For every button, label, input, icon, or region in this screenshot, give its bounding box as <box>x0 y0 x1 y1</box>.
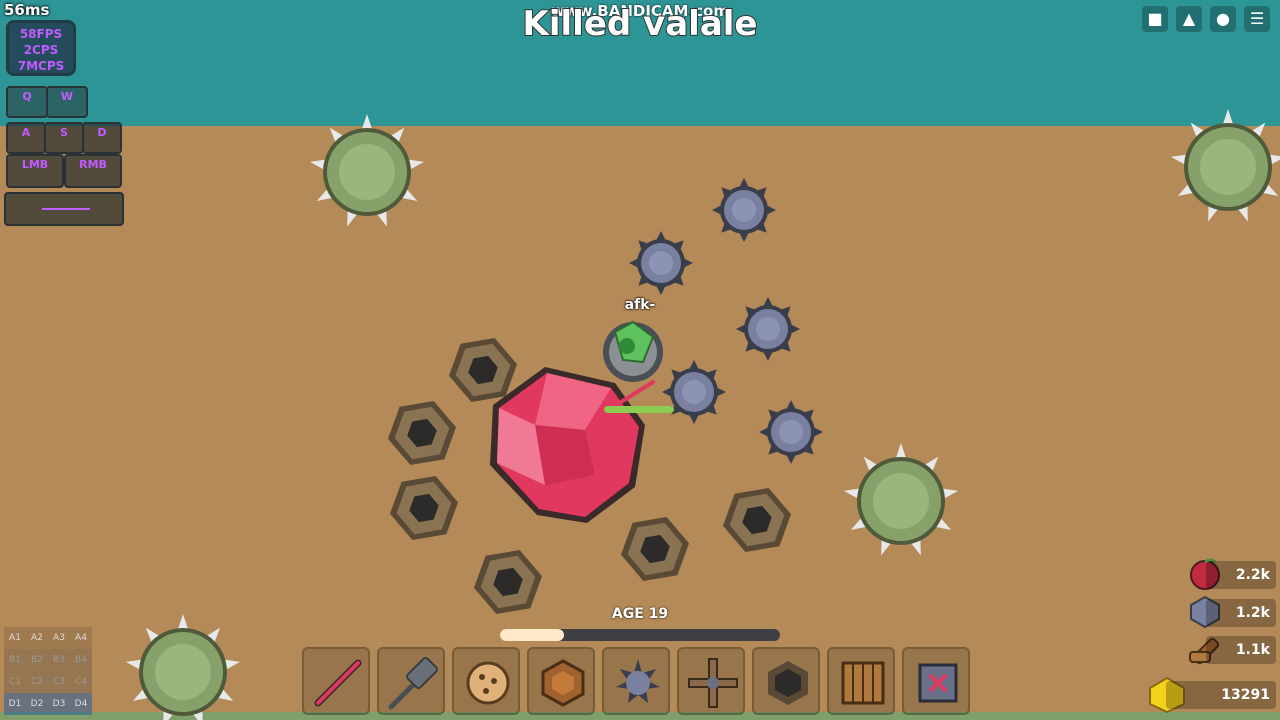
key-a: A <box>6 122 46 154</box>
blocker-icon <box>918 663 958 703</box>
player-health-bar <box>604 406 674 413</box>
chat-icon[interactable]: ■ <box>1142 6 1168 32</box>
spike-trap <box>662 360 726 424</box>
xp-bar <box>500 629 780 641</box>
grid-cell: A3 <box>48 627 70 649</box>
hotbar-slot-platform[interactable] <box>827 647 895 715</box>
grid-cell: D3 <box>48 693 70 715</box>
hotbar-slot-spike[interactable] <box>602 647 670 715</box>
grid-cell: B4 <box>70 649 92 671</box>
pit-trap <box>382 390 462 476</box>
ping-readout: 56ms <box>4 1 50 19</box>
hotbar-slot-hammer[interactable] <box>377 647 445 715</box>
kill-notification: Killed valale <box>522 3 759 45</box>
great-hammer-icon <box>388 656 439 710</box>
pit-trap-icon <box>768 661 808 705</box>
spiked-bush <box>125 614 241 720</box>
ruby-gem <box>490 367 645 523</box>
key-w: W <box>46 86 88 118</box>
key-rmb: RMB <box>64 154 122 188</box>
grid-cell: D2 <box>26 693 48 715</box>
hotbar-slot-pit[interactable] <box>752 647 820 715</box>
grid-cell: B3 <box>48 649 70 671</box>
hat-icon[interactable]: ▲ <box>1176 6 1202 32</box>
grid-cell: D4 <box>70 693 92 715</box>
key-s: S <box>44 122 84 154</box>
grid-cell: B2 <box>26 649 48 671</box>
menu-icon[interactable]: ☰ <box>1244 6 1270 32</box>
pit-trap <box>468 539 548 625</box>
player-health-fill <box>604 406 674 413</box>
hotbar-slot-wall[interactable] <box>527 647 595 715</box>
spiked-bush <box>309 114 425 227</box>
spike-trap <box>712 178 776 242</box>
short-sword-icon <box>314 659 362 707</box>
spiked-bush <box>1170 109 1280 222</box>
spike-trap <box>629 231 693 295</box>
spiked-bush <box>843 443 959 556</box>
grid-cell: B1 <box>4 649 26 671</box>
grid-cell: C4 <box>70 671 92 693</box>
key-d: D <box>82 122 122 154</box>
pit-trap <box>615 506 695 592</box>
grid-cell: A1 <box>4 627 26 649</box>
spike-icon <box>616 659 660 703</box>
fps-readout: 58FPS <box>19 27 63 41</box>
gold-count: 13291 <box>1166 681 1276 709</box>
key-lmb: LMB <box>6 154 64 188</box>
scroll-indicator <box>4 192 124 226</box>
hotbar-slot-blocker[interactable] <box>902 647 970 715</box>
hotbar-slot-cookie[interactable] <box>452 647 520 715</box>
age-label: AGE 19 <box>611 606 669 622</box>
spike-trap <box>759 400 823 464</box>
grid-cell: C3 <box>48 671 70 693</box>
grid-cell: D1 <box>4 693 26 715</box>
xp-fill <box>500 629 565 641</box>
map-grid: A1 A2 A3 A4 B1 B2 B3 B4 C1 C2 C3 C4 D1 D… <box>4 627 94 717</box>
grid-cell: A4 <box>70 627 92 649</box>
key-overlay: Q W A S D LMB RMB <box>4 86 124 228</box>
food-count: 2.2k <box>1206 561 1276 589</box>
performance-stats: 58FPS 2CPS 7MCPS <box>6 20 76 76</box>
cookie-icon <box>466 661 510 705</box>
stone-count: 1.2k <box>1206 599 1276 627</box>
wood-wall-icon <box>541 659 585 707</box>
wood-count: 1.1k <box>1206 636 1276 664</box>
spike-trap <box>736 297 800 361</box>
cps-readout: 2CPS <box>23 43 59 57</box>
grid-cell: C1 <box>4 671 26 693</box>
player-name: afk- <box>624 297 656 313</box>
hotbar-slot-windmill[interactable] <box>677 647 745 715</box>
mcps-readout: 7MCPS <box>17 59 65 73</box>
pit-trap <box>384 465 464 551</box>
clan-icon[interactable]: ● <box>1210 6 1236 32</box>
platform-icon <box>841 661 885 705</box>
key-q: Q <box>6 86 48 118</box>
windmill-icon <box>688 658 738 708</box>
hotbar-slot-sword[interactable] <box>302 647 370 715</box>
grid-cell: A2 <box>26 627 48 649</box>
pit-trap <box>717 477 797 563</box>
grid-cell: C2 <box>26 671 48 693</box>
